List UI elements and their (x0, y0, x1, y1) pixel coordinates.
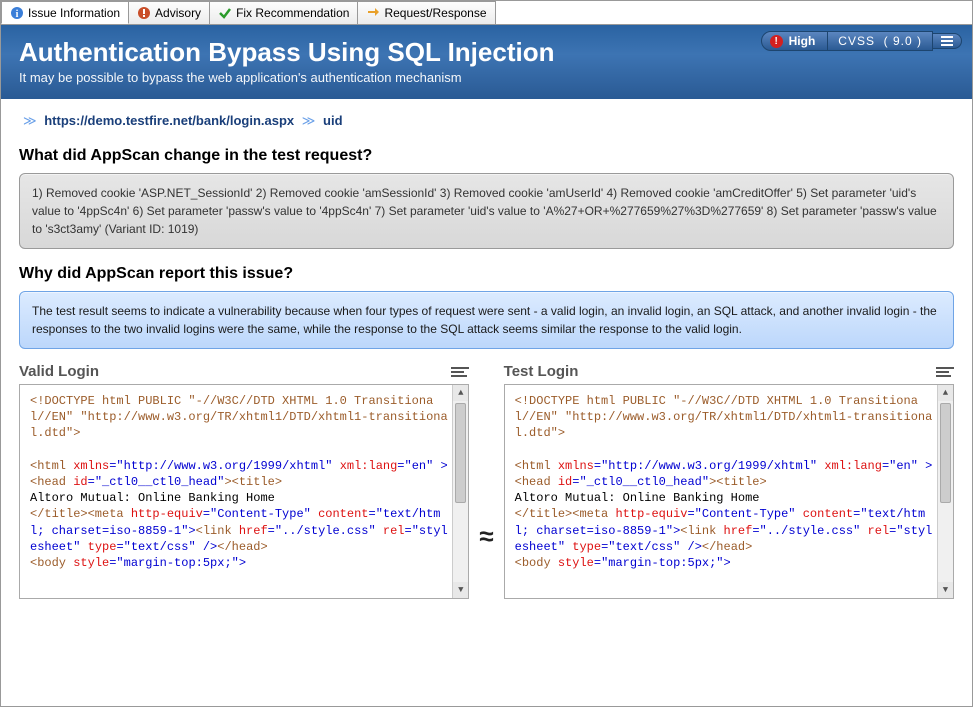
section-heading: What did AppScan change in the test requ… (19, 147, 954, 165)
svg-text:i: i (16, 9, 19, 20)
scroll-down-icon[interactable]: ▼ (938, 582, 953, 598)
changes-box: 1) Removed cookie 'ASP.NET_SessionId' 2)… (19, 173, 954, 249)
test-login-code: <!DOCTYPE html PUBLIC "-//W3C//DTD XHTML… (504, 384, 954, 599)
tab-request-response[interactable]: Request/Response (357, 1, 495, 24)
column-title: Valid Login (19, 363, 99, 380)
scroll-thumb[interactable] (940, 403, 951, 503)
list-icon (941, 36, 953, 46)
alert-icon: ! (770, 35, 783, 48)
scroll-thumb[interactable] (455, 403, 466, 503)
severity-badge[interactable]: ! High (761, 31, 829, 51)
section-reason: Why did AppScan report this issue? The t… (1, 257, 972, 357)
valid-login-column: Valid Login <!DOCTYPE html PUBLIC "-//W3… (19, 363, 469, 599)
tab-label: Fix Recommendation (236, 6, 349, 20)
breadcrumb: ≫ https://demo.testfire.net/bank/login.a… (1, 99, 972, 139)
info-icon: i (10, 6, 24, 20)
section-heading: Why did AppScan report this issue? (19, 265, 954, 283)
reason-box: The test result seems to indicate a vuln… (19, 291, 954, 349)
badge-menu-button[interactable] (933, 33, 962, 49)
check-icon (218, 6, 232, 20)
section-changes: What did AppScan change in the test requ… (1, 139, 972, 257)
cvss-score: ( 9.0 ) (884, 34, 922, 48)
tab-label: Request/Response (384, 6, 486, 20)
breadcrumb-url[interactable]: https://demo.testfire.net/bank/login.asp… (44, 113, 294, 128)
content-area: ! High CVSS ( 9.0 ) Authentication Bypas… (1, 25, 972, 605)
test-login-column: Test Login <!DOCTYPE html PUBLIC "-//W3C… (504, 363, 954, 599)
chevron-icon: ≫ (302, 113, 316, 128)
scroll-up-icon[interactable]: ▲ (453, 385, 468, 401)
scroll-down-icon[interactable]: ▼ (453, 582, 468, 598)
cvss-badge[interactable]: CVSS ( 9.0 ) (828, 31, 933, 51)
tab-label: Advisory (155, 6, 201, 20)
severity-label: High (789, 34, 816, 48)
breadcrumb-param[interactable]: uid (323, 113, 343, 128)
tab-bar: i Issue Information Advisory Fix Recomme… (1, 1, 972, 25)
issue-header: ! High CVSS ( 9.0 ) Authentication Bypas… (1, 25, 972, 99)
valid-login-code: <!DOCTYPE html PUBLIC "-//W3C//DTD XHTML… (19, 384, 469, 599)
text-lines-icon[interactable] (451, 367, 469, 377)
column-title: Test Login (504, 363, 579, 380)
arrows-icon (366, 6, 380, 20)
tab-advisory[interactable]: Advisory (128, 1, 210, 24)
scrollbar[interactable]: ▲▼ (452, 385, 468, 598)
tab-fix-recommendation[interactable]: Fix Recommendation (209, 1, 358, 24)
compare-row: Valid Login <!DOCTYPE html PUBLIC "-//W3… (1, 357, 972, 605)
tab-issue-information[interactable]: i Issue Information (1, 1, 129, 24)
cvss-label: CVSS (838, 34, 875, 48)
scroll-up-icon[interactable]: ▲ (938, 385, 953, 401)
scrollbar[interactable]: ▲▼ (937, 385, 953, 598)
chevron-icon: ≫ (23, 113, 37, 128)
advisory-icon (137, 6, 151, 20)
issue-subtitle: It may be possible to bypass the web app… (19, 70, 954, 85)
approx-equal-icon: ≈ (477, 521, 495, 552)
text-lines-icon[interactable] (936, 367, 954, 377)
badge-row: ! High CVSS ( 9.0 ) (761, 31, 962, 51)
tab-label: Issue Information (28, 6, 120, 20)
